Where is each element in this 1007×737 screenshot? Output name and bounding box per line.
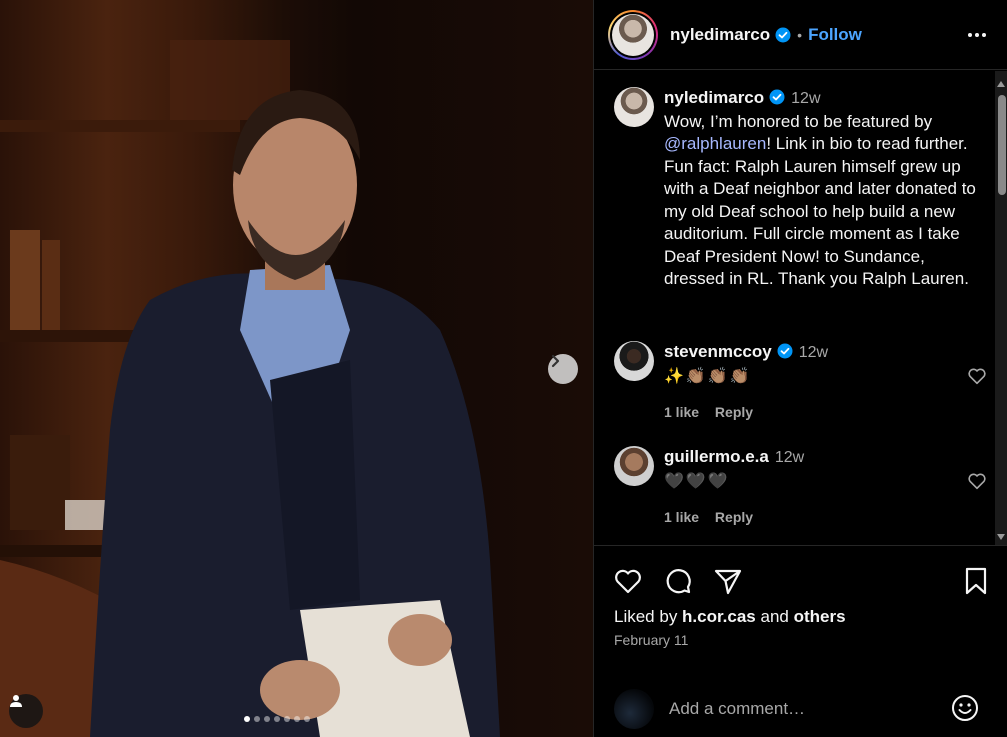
carousel-dot (304, 716, 310, 722)
post-date[interactable]: February 11 (614, 632, 688, 648)
caption: nyledimarco 12w Wow, I’m honored to be fe… (614, 87, 984, 291)
heart-icon[interactable] (966, 365, 988, 387)
next-slide-button[interactable] (548, 354, 578, 384)
avatar (614, 689, 654, 729)
liked-prefix: Liked by (614, 607, 683, 626)
add-comment-bar (594, 680, 1007, 737)
comment-text: 🖤🖤🖤 (664, 470, 730, 490)
post-photo (0, 0, 593, 737)
tagged-users-button[interactable] (9, 694, 43, 728)
post-side-panel: nyledimarco • Follow nyledimarco 12w Wow,… (593, 0, 1007, 737)
caption-time: 12w (791, 90, 821, 107)
caption-username[interactable]: nyledimarco (664, 88, 764, 107)
comment-item: stevenmccoy 12w ✨👏🏽👏🏽👏🏽 1 like Reply (614, 341, 986, 424)
emoji-icon[interactable] (950, 693, 980, 723)
comment-text: ✨👏🏽👏🏽👏🏽 (664, 365, 752, 385)
carousel-dot (254, 716, 260, 722)
post-photo-illustration (0, 40, 500, 737)
header-separator: • (797, 26, 803, 43)
verified-badge-icon (775, 27, 791, 42)
liked-and: and (755, 607, 794, 626)
liked-by-summary: Liked by h.cor.cas and others (614, 607, 846, 627)
comment-item: guillermo.e.a 12w 🖤🖤🖤 1 like Reply (614, 446, 986, 529)
share-icon[interactable] (712, 565, 744, 597)
avatar[interactable] (614, 87, 654, 127)
post-header: nyledimarco • Follow (594, 0, 1007, 70)
heart-icon[interactable] (966, 470, 988, 492)
chevron-right-icon (551, 354, 560, 368)
comment-icon[interactable] (662, 565, 694, 597)
carousel-dot (274, 716, 280, 722)
heart-icon[interactable] (612, 565, 644, 597)
avatar[interactable] (614, 341, 654, 381)
user-tag-icon (10, 695, 22, 707)
avatar-image (612, 13, 654, 56)
comment-time: 12w (774, 449, 805, 466)
verified-badge-icon (777, 343, 793, 359)
comments-list[interactable]: nyledimarco 12w Wow, I’m honored to be fe… (594, 71, 1007, 546)
carousel-dot (294, 716, 300, 722)
comment-likes[interactable]: 1 like (664, 509, 699, 525)
carousel-dot (244, 716, 250, 722)
post-actions: Liked by h.cor.cas and others February 1… (594, 547, 1007, 667)
carousel-indicator (244, 716, 310, 722)
caption-text-start: Wow, I’m honored to be featured by (664, 111, 933, 131)
reply-button[interactable]: Reply (715, 509, 753, 525)
carousel-dot (264, 716, 270, 722)
comment-likes[interactable]: 1 like (664, 404, 699, 420)
scroll-down-arrow[interactable] (997, 534, 1005, 540)
comment-time: 12w (798, 344, 829, 361)
carousel-dot (284, 716, 290, 722)
verified-badge-icon (769, 89, 785, 105)
more-options-icon[interactable] (965, 23, 989, 47)
caption-text-end: ! Link in bio to read further. Fun fact:… (664, 134, 976, 288)
comment-username[interactable]: guillermo.e.a (664, 447, 769, 466)
avatar[interactable] (608, 9, 658, 60)
bookmark-icon[interactable] (960, 565, 992, 597)
follow-button[interactable]: Follow (808, 25, 862, 45)
comment-input[interactable] (669, 697, 929, 721)
comment-username[interactable]: stevenmccoy (664, 342, 772, 361)
mention-link[interactable]: @ralphlauren (664, 134, 766, 153)
scroll-up-arrow[interactable] (997, 81, 1005, 87)
liked-user-link[interactable]: h.cor.cas (682, 607, 756, 626)
comments-scrollbar[interactable] (995, 71, 1007, 545)
avatar[interactable] (614, 446, 654, 486)
author-username[interactable]: nyledimarco (670, 25, 770, 45)
reply-button[interactable]: Reply (715, 404, 753, 420)
liked-others-link[interactable]: others (794, 607, 846, 626)
scroll-thumb[interactable] (998, 95, 1006, 195)
